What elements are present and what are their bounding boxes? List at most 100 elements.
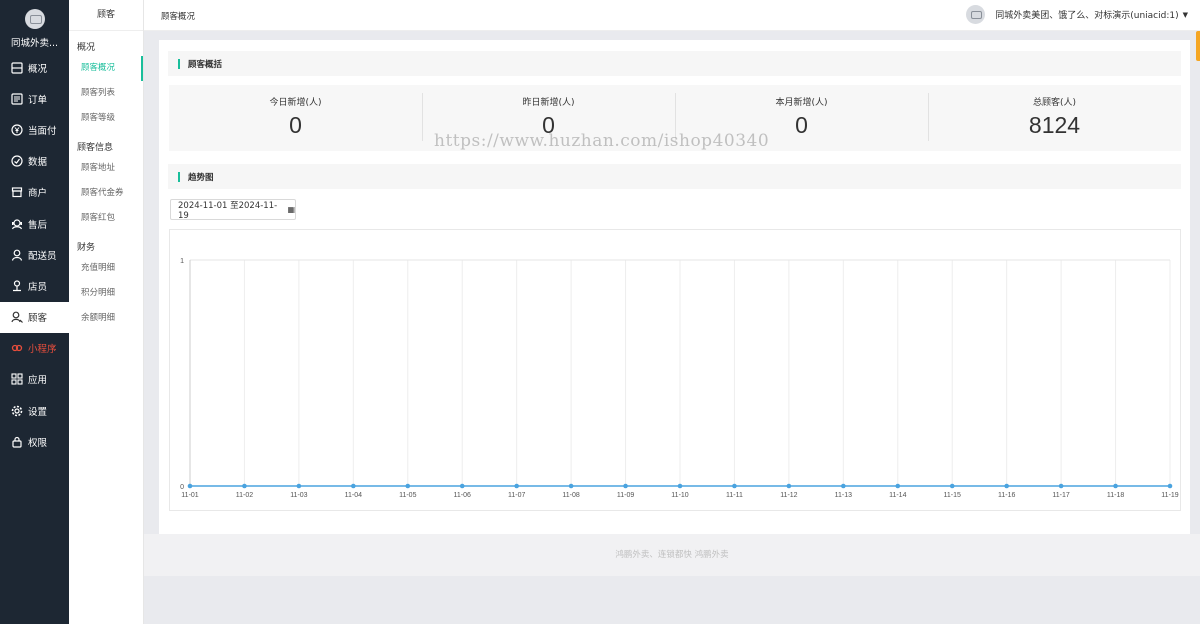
- y-tick-label: 0: [180, 484, 184, 491]
- trend-chart: 0 1 11-01 11-02 11-03 11-04 11-05 11-06 11-07 11-…: [169, 229, 1181, 511]
- yen-icon: [11, 124, 23, 136]
- subnav-link[interactable]: 充值明细: [69, 256, 143, 281]
- data-point: [841, 483, 846, 489]
- subnav-link[interactable]: 余额明细: [69, 306, 143, 331]
- x-tick-label: 11-19: [1161, 492, 1178, 499]
- data-point: [514, 483, 519, 489]
- nav-item-label: 概况: [28, 63, 48, 75]
- summary-section-title: 顾客概括: [168, 51, 1181, 76]
- order-list-icon: [11, 93, 23, 105]
- stat-card: 今日新增(人) 0: [169, 85, 422, 151]
- nav-item-merchant[interactable]: 商户: [0, 177, 69, 208]
- side-drawer-tab[interactable]: [1196, 31, 1200, 61]
- nav-item-pay[interactable]: 当面付: [0, 114, 69, 145]
- lock-icon: [11, 436, 23, 448]
- date-range-text: 2024-11-01 至2024-11-19: [178, 200, 278, 221]
- avatar: [966, 5, 986, 24]
- subnav-link[interactable]: 顾客列表: [69, 81, 143, 106]
- user-name: 同城外卖美团、饿了么、对标演示(uniacid:1): [995, 11, 1179, 21]
- footer: 鸿鹏外卖、连锁都快 鸿鹏外卖: [144, 534, 1200, 576]
- nav-item-label: 订单: [28, 94, 48, 106]
- x-tick-label: 11-09: [617, 492, 634, 499]
- nav-item-permissions[interactable]: 权限: [0, 426, 69, 457]
- stat-label: 昨日新增(人): [522, 98, 575, 108]
- support-icon: [11, 218, 23, 230]
- nav-item-label: 权限: [28, 437, 48, 449]
- x-tick-label: 11-05: [399, 492, 416, 499]
- nav-item-aftersale[interactable]: 售后: [0, 208, 69, 239]
- nav-item-label: 当面付: [28, 125, 57, 137]
- stat-value: 0: [289, 112, 302, 138]
- sub-sidebar: 顾客 概况 顾客概况 顾客列表 顾客等级 顾客信息 顾客地址 顾客代金券 顾客红包 财务 充值明细…: [69, 0, 144, 624]
- nav-item-label: 顾客: [28, 313, 48, 325]
- trend-chart-svg: 0 1 11-01 11-02 11-03 11-04 11-05 11-06 11-07 11-…: [180, 258, 1179, 499]
- nav-item-customer[interactable]: 顾客: [0, 301, 69, 333]
- brand-name: 同城外卖...: [10, 38, 59, 49]
- brand[interactable]: 同城外卖...: [0, 0, 69, 52]
- trend-section-title: 趋势图: [168, 164, 1181, 189]
- nav-item-orders[interactable]: 订单: [0, 83, 69, 114]
- data-point: [677, 483, 683, 489]
- nav-item-apps[interactable]: 应用: [0, 364, 69, 395]
- data-point: [187, 483, 193, 489]
- subnav-link[interactable]: 顾客等级: [69, 106, 143, 131]
- main-nav: 概况订单当面付数据商户售后配送员店员顾客小程序应用设置权限: [0, 52, 69, 457]
- x-tick-label: 11-07: [508, 492, 525, 499]
- nav-item-data[interactable]: 数据: [0, 146, 69, 177]
- x-tick-label: 11-06: [454, 492, 471, 499]
- stat-label: 总顾客(人): [1032, 98, 1077, 108]
- nav-item-miniapp[interactable]: 小程序: [0, 333, 69, 364]
- nav-item-clerk[interactable]: 店员: [0, 270, 69, 301]
- data-point: [1113, 483, 1118, 489]
- nav-item-label: 售后: [28, 219, 48, 231]
- data-point: [623, 483, 628, 489]
- nav-item-label: 应用: [28, 375, 48, 387]
- date-range-picker[interactable]: 2024-11-01 至2024-11-19 ▦: [170, 199, 296, 221]
- breadcrumb: 顾客概况: [161, 12, 196, 22]
- x-tick-label: 11-01: [181, 492, 198, 499]
- subnav-link[interactable]: 顾客红包: [69, 206, 143, 231]
- calendar-icon: ▦: [287, 205, 295, 214]
- main-panel: 顾客概括 今日新增(人) 0 昨日新增(人) 0 本月新增(人) 0 总顾客(人) 8124 …: [159, 40, 1190, 534]
- x-tick-label: 11-17: [1052, 492, 1069, 499]
- x-tick-label: 11-16: [998, 492, 1015, 499]
- stat-card: 总顾客(人) 8124: [928, 85, 1181, 151]
- caret-down-icon: ▼: [1182, 10, 1188, 19]
- nav-item-label: 商户: [28, 188, 48, 200]
- x-tick-label: 11-18: [1107, 492, 1124, 499]
- nav-item-label: 设置: [28, 406, 48, 418]
- data-point: [1167, 483, 1173, 489]
- data-point: [568, 483, 574, 489]
- data-point: [296, 483, 302, 489]
- store-icon: [11, 186, 23, 198]
- subnav-link[interactable]: 顾客代金券: [69, 181, 143, 206]
- x-tick-label: 11-12: [780, 492, 797, 499]
- data-point: [242, 483, 247, 489]
- apps-icon: [11, 373, 23, 386]
- data-point: [895, 483, 901, 489]
- stat-label: 今日新增(人): [269, 98, 322, 108]
- x-tick-label: 11-02: [236, 492, 253, 499]
- x-tick-label: 11-04: [345, 492, 362, 499]
- nav-item-label: 店员: [28, 281, 48, 293]
- watermark-text: https://www.huzhan.com/ishop40340: [434, 131, 770, 151]
- subnav-link[interactable]: 顾客概况: [69, 56, 143, 81]
- gear-icon: [11, 405, 23, 417]
- x-tick-label: 11-08: [562, 492, 579, 499]
- data-point: [405, 483, 411, 489]
- main-sidebar: 同城外卖... 概况订单当面付数据商户售后配送员店员顾客小程序应用设置权限: [0, 0, 69, 624]
- subnav-link[interactable]: 积分明细: [69, 281, 143, 306]
- data-point: [1058, 483, 1064, 489]
- stat-label: 本月新增(人): [775, 98, 828, 108]
- nav-item-delivery[interactable]: 配送员: [0, 239, 69, 270]
- data-point: [1004, 483, 1009, 489]
- subnav-link[interactable]: 顾客地址: [69, 156, 143, 181]
- nav-item-overview[interactable]: 概况: [0, 52, 69, 83]
- brand-logo-icon: [24, 9, 45, 29]
- data-point: [459, 483, 465, 489]
- user-menu[interactable]: 同城外卖美团、饿了么、对标演示(uniacid:1) ▼: [966, 5, 1188, 24]
- nav-item-settings[interactable]: 设置: [0, 395, 69, 426]
- x-tick-label: 11-10: [671, 492, 688, 499]
- clerk-icon: [11, 280, 23, 292]
- x-tick-label: 11-11: [726, 492, 743, 499]
